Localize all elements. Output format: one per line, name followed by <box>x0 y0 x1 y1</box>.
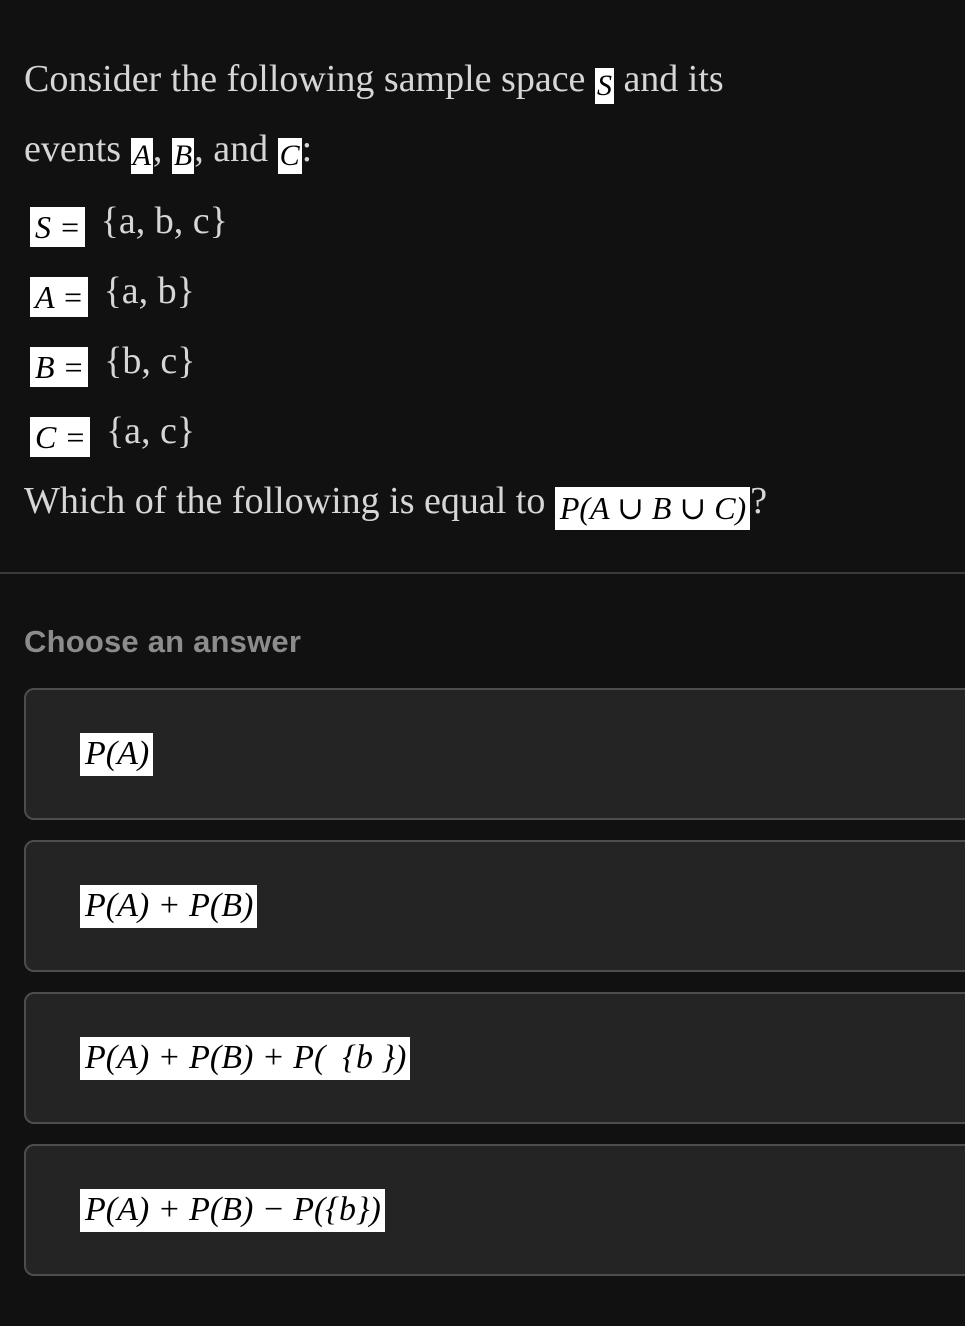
answer-option-3[interactable]: P(A) + P(B) + P( {b }) <box>24 992 965 1124</box>
definition-value-c: {a, c} <box>105 410 196 452</box>
answer-option-2[interactable]: P(A) + P(B) <box>24 840 965 972</box>
answer-options-list: P(A) P(A) + P(B) P(A) + P(B) + P( {b }) … <box>0 688 965 1276</box>
math-answer-option-4: P(A) + P(B) − P({b}) <box>80 1188 385 1232</box>
answers-section: Choose an answer P(A) P(A) + P(B) P(A) +… <box>0 574 965 1276</box>
definition-value-a: {a, b} <box>103 270 195 312</box>
math-definition-c: C = <box>30 417 90 457</box>
question-prompt-question-mark: ? <box>750 480 768 522</box>
set-definitions: S = {a, b, c} A = {a, b} B = {b, c} C = {a, … <box>0 186 965 466</box>
math-symbol-b: B <box>171 138 195 174</box>
answer-option-4[interactable]: P(A) + P(B) − P({b}) <box>24 1144 965 1276</box>
math-definition-b: B = <box>30 347 89 387</box>
math-answer-option-2: P(A) + P(B) <box>80 884 258 928</box>
definition-row-s: S = {a, b, c} <box>0 186 965 256</box>
math-definition-s: S = <box>30 207 85 247</box>
question-line-2-comma-2: , and <box>194 128 269 170</box>
question-line-1-text-after: and its <box>623 58 724 100</box>
question-line-2-text-before: events <box>24 128 122 170</box>
choose-an-answer-header: Choose an answer <box>24 624 302 659</box>
math-definition-a: A = <box>30 277 88 317</box>
question-line-2: events A, B, and C: <box>0 114 965 184</box>
math-symbol-s: S <box>594 68 614 104</box>
question-prompt-text: Which of the following is equal to <box>24 480 546 522</box>
definition-row-b: B = {b, c} <box>0 326 965 396</box>
math-answer-option-1: P(A) <box>80 732 154 776</box>
answer-option-1[interactable]: P(A) <box>24 688 965 820</box>
math-symbol-a: A <box>130 138 153 174</box>
math-prompt-expression: P(A ∪ B ∪ C) <box>554 487 751 530</box>
math-symbol-c: C <box>277 138 302 174</box>
question-line-1: Consider the following sample space S an… <box>0 44 965 114</box>
question-block: Consider the following sample space S an… <box>0 0 965 536</box>
question-line-2-colon: : <box>301 128 313 170</box>
question-line-1-text-before: Consider the following sample space <box>24 58 586 100</box>
definition-value-b: {b, c} <box>104 340 196 382</box>
math-answer-option-3: P(A) + P(B) + P( {b }) <box>80 1036 411 1080</box>
definition-row-c: C = {a, c} <box>0 396 965 466</box>
definition-value-s: {a, b, c} <box>100 200 228 242</box>
quiz-page: Consider the following sample space S an… <box>0 0 965 1326</box>
definition-row-a: A = {a, b} <box>0 256 965 326</box>
question-line-2-comma-1: , <box>152 128 163 170</box>
question-prompt: Which of the following is equal to P(A ∪… <box>0 466 965 536</box>
